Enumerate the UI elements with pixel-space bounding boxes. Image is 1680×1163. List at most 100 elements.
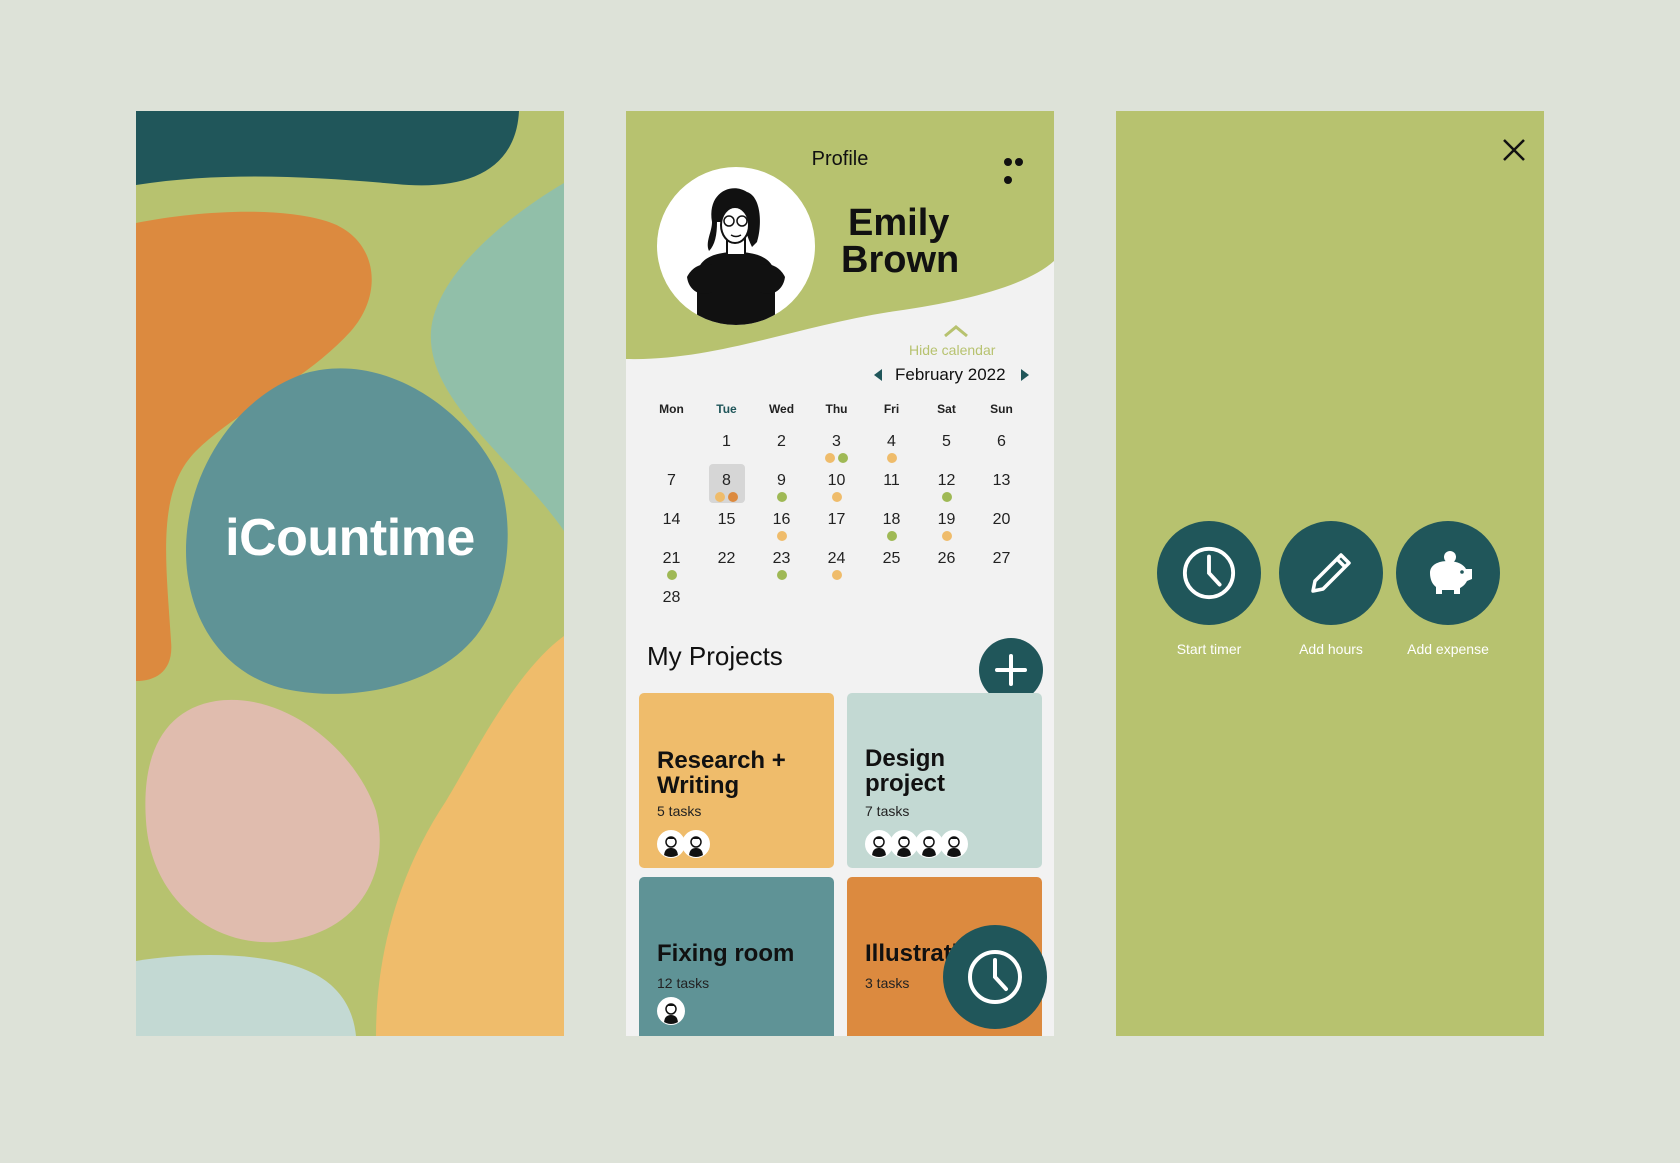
calendar-day[interactable]: 28 (644, 581, 699, 617)
weekday-label: Tue (716, 402, 737, 416)
calendar-day[interactable]: 12 (919, 464, 974, 502)
calendar-day-number: 16 (772, 511, 791, 528)
member-avatar[interactable] (890, 830, 918, 858)
woman-illustration-icon (687, 188, 785, 325)
calendar-day[interactable]: 24 (809, 542, 864, 580)
calendar-day[interactable]: 21 (644, 542, 699, 580)
calendar-day[interactable]: 5 (919, 425, 974, 461)
more-options-icon[interactable] (1004, 153, 1036, 184)
calendar-day[interactable]: 15 (699, 503, 754, 539)
start-timer-button[interactable]: Start timer (1149, 521, 1269, 657)
calendar-day[interactable]: 22 (699, 542, 754, 578)
project-title-line: Writing (657, 772, 740, 799)
member-avatar[interactable] (657, 830, 685, 858)
event-dots (974, 531, 1029, 541)
project-task-count: 5 tasks (657, 803, 702, 819)
member-avatar[interactable] (940, 830, 968, 858)
chevron-up-icon[interactable] (943, 324, 969, 338)
calendar-day[interactable]: 2 (754, 425, 809, 461)
calendar-day[interactable]: 6 (974, 425, 1029, 461)
calendar-day-number: 6 (997, 433, 1006, 450)
event-dots (919, 531, 974, 541)
calendar-day-number: 28 (662, 589, 681, 606)
calendar-day[interactable]: 19 (919, 503, 974, 541)
event-dots (809, 492, 864, 502)
project-title-line: Fixing room (657, 940, 795, 967)
event-dot (941, 531, 952, 541)
calendar-empty-cell (809, 581, 864, 620)
calendar-day[interactable]: 3 (809, 425, 864, 463)
event-dots (864, 453, 919, 463)
event-dots (974, 492, 1029, 502)
event-dots (974, 570, 1029, 580)
calendar-day[interactable]: 4 (864, 425, 919, 463)
project-card[interactable]: Fixing room 12 tasks (639, 877, 834, 1036)
member-avatar[interactable] (915, 830, 943, 858)
calendar-day-number: 26 (937, 550, 956, 567)
calendar-day[interactable]: 20 (974, 503, 1029, 539)
calendar-day[interactable]: 14 (644, 503, 699, 539)
event-dots (864, 531, 919, 541)
calendar-day[interactable]: 17 (809, 503, 864, 539)
calendar-day[interactable]: 18 (864, 503, 919, 541)
calendar-day-number: 3 (832, 433, 841, 450)
event-dot (886, 453, 897, 463)
weekday-label: Fri (883, 402, 900, 416)
calendar-day[interactable]: 8 (699, 464, 754, 503)
event-dots (974, 453, 1029, 463)
profile-avatar[interactable] (657, 167, 815, 325)
event-dots (809, 570, 864, 580)
plus-icon (995, 654, 1027, 686)
member-avatar[interactable] (865, 830, 893, 858)
event-dot (715, 492, 725, 502)
calendar-day[interactable]: 26 (919, 542, 974, 578)
member-avatar[interactable] (682, 830, 710, 858)
month-navigator: February 2022 (871, 365, 1032, 385)
calendar-day-number: 15 (717, 511, 736, 528)
calendar-week: 1 2 3 4 5 6 (644, 425, 1034, 464)
calendar-day[interactable]: 7 (644, 464, 699, 500)
event-dots (919, 570, 974, 580)
calendar-day[interactable]: 11 (864, 464, 919, 500)
event-dot (776, 531, 787, 541)
previous-month-icon[interactable] (871, 368, 885, 382)
timer-fab-button[interactable] (943, 925, 1047, 1029)
splash-background (136, 111, 564, 1036)
start-timer-label: Start timer (1176, 641, 1242, 657)
project-title-line: project (865, 770, 946, 797)
add-expense-button[interactable]: Add expense (1388, 521, 1508, 657)
weekday-label: Mon (659, 402, 684, 416)
calendar-day-number: 12 (937, 472, 956, 489)
project-title: Research + Writing (657, 748, 786, 798)
calendar-day[interactable]: 1 (699, 425, 754, 461)
project-card[interactable]: Design project 7 tasks (847, 693, 1042, 868)
calendar-day-number: 14 (662, 511, 681, 528)
calendar-day-number: 8 (722, 472, 731, 489)
add-expense-label: Add expense (1407, 641, 1489, 657)
calendar-day-number: 7 (667, 472, 676, 489)
next-month-icon[interactable] (1018, 368, 1032, 382)
calendar-day[interactable]: 25 (864, 542, 919, 578)
close-icon[interactable] (1501, 137, 1527, 163)
calendar-day[interactable]: 16 (754, 503, 809, 541)
member-avatar[interactable] (657, 997, 685, 1025)
calendar-day[interactable]: 23 (754, 542, 809, 580)
calendar-day-number: 5 (942, 433, 951, 450)
calendar-day[interactable]: 10 (809, 464, 864, 502)
user-last-name: Brown (841, 239, 960, 281)
event-dots (809, 531, 864, 541)
calendar-day[interactable]: 13 (974, 464, 1029, 500)
event-dot (838, 453, 848, 463)
event-dots (754, 570, 809, 580)
event-dot (728, 492, 738, 502)
calendar: Mon Tue Wed Thu Fri Sat Sun 1 2 3 4 5 6 7 8 9 10 11 12 13 1… (644, 401, 1034, 620)
calendar-day[interactable]: 27 (974, 542, 1029, 578)
project-members (865, 830, 968, 858)
calendar-day-number: 18 (882, 511, 901, 528)
project-card[interactable]: Research + Writing 5 tasks (639, 693, 834, 868)
add-hours-button[interactable]: Add hours (1271, 521, 1391, 657)
calendar-day[interactable]: 9 (754, 464, 809, 502)
calendar-day-number: 13 (992, 472, 1011, 489)
event-dots (644, 492, 699, 502)
hide-calendar-link[interactable]: Hide calendar (909, 342, 995, 358)
